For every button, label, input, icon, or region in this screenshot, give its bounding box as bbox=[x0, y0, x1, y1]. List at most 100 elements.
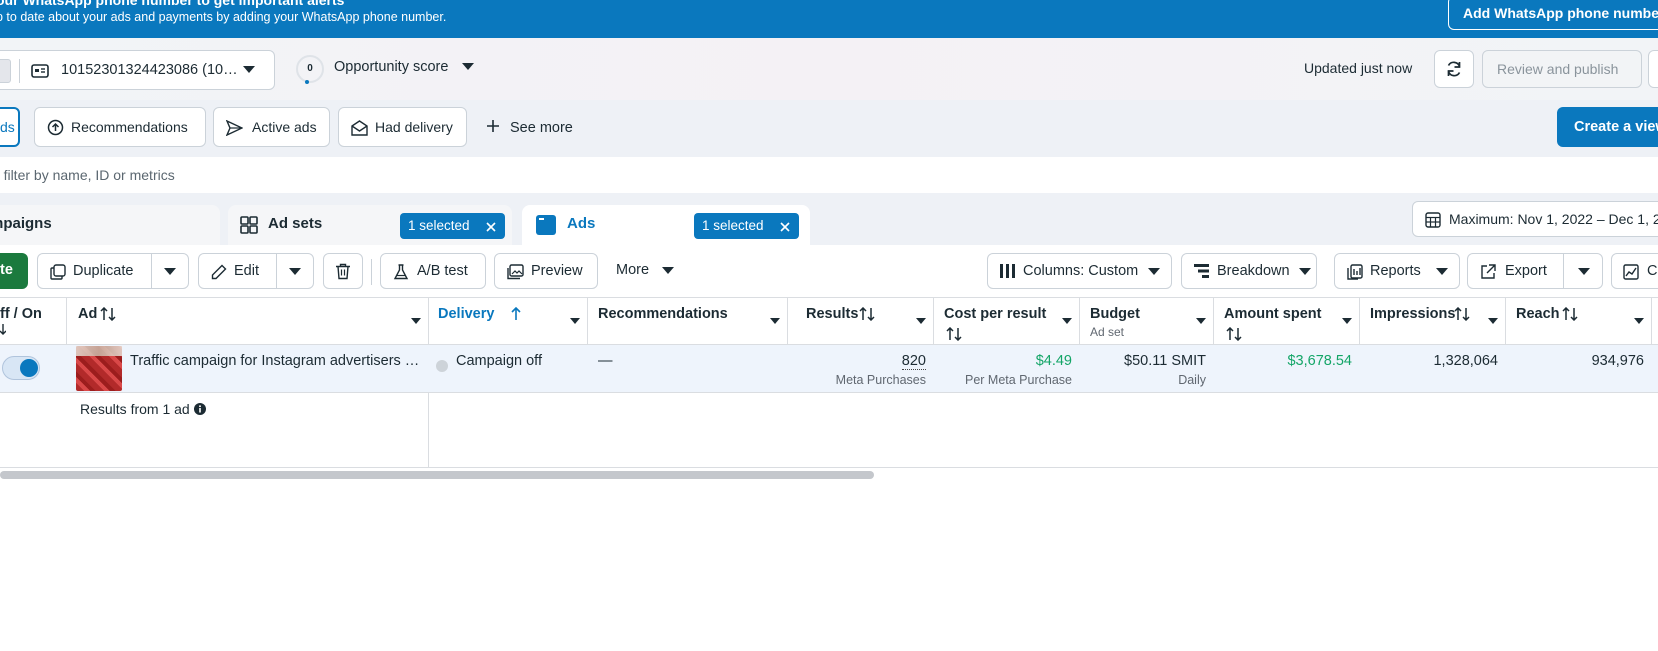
chip-label: Had delivery bbox=[375, 119, 453, 135]
overflow-button[interactable] bbox=[1648, 50, 1658, 88]
preview-button[interactable]: Preview bbox=[494, 253, 598, 289]
chevron-down-icon[interactable] bbox=[289, 268, 301, 276]
chevron-down-icon[interactable] bbox=[1196, 318, 1206, 325]
reports-button[interactable]: Reports bbox=[1334, 253, 1460, 289]
cost-per-result-cell: $4.49 Per Meta Purchase bbox=[934, 345, 1072, 392]
delete-button[interactable] bbox=[323, 253, 363, 289]
chip-label: ds bbox=[0, 119, 15, 135]
sort-ascending-icon bbox=[511, 307, 521, 321]
breakdown-button[interactable]: Breakdown bbox=[1181, 253, 1317, 289]
tab-ads[interactable]: Ads 1 selected bbox=[522, 205, 810, 245]
column-header-reach[interactable]: Reach bbox=[1506, 298, 1652, 345]
tab-campaigns[interactable]: mpaigns bbox=[0, 205, 220, 245]
sort-icon bbox=[100, 307, 116, 321]
close-icon[interactable] bbox=[780, 222, 790, 232]
chip-active-ads[interactable]: Active ads bbox=[213, 107, 330, 147]
chevron-down-icon[interactable] bbox=[411, 318, 421, 325]
info-icon[interactable] bbox=[194, 403, 206, 415]
column-header-delivery[interactable]: Delivery bbox=[429, 298, 588, 345]
chevron-down-icon[interactable] bbox=[1342, 318, 1352, 325]
date-range-picker[interactable]: Maximum: Nov 1, 2022 – Dec 1, 2022 bbox=[1412, 201, 1658, 237]
export-label: Export bbox=[1505, 263, 1547, 279]
cost-per-result-type: Per Meta Purchase bbox=[965, 373, 1072, 387]
export-button[interactable]: Export bbox=[1467, 253, 1603, 289]
create-view-button[interactable]: Create a view bbox=[1557, 107, 1658, 147]
delivery-cell: Campaign off bbox=[456, 345, 576, 392]
chevron-down-icon[interactable] bbox=[164, 268, 176, 276]
chevron-down-icon[interactable] bbox=[1488, 318, 1498, 325]
chevron-down-icon[interactable] bbox=[1578, 268, 1590, 276]
more-menu-button[interactable]: More bbox=[616, 262, 674, 278]
divider bbox=[151, 254, 152, 288]
ad-thumbnail[interactable] bbox=[76, 346, 122, 391]
ad-on-off-toggle[interactable] bbox=[2, 356, 40, 380]
ads-selection-badge[interactable]: 1 selected bbox=[694, 213, 799, 239]
image-preview-icon bbox=[507, 264, 524, 280]
duplicate-icon bbox=[50, 264, 66, 280]
ab-test-label: A/B test bbox=[417, 263, 468, 279]
ad-name-cell[interactable]: Traffic campaign for Instagram advertise… bbox=[130, 345, 420, 392]
horizontal-scrollbar[interactable] bbox=[0, 471, 874, 479]
opportunity-score-label: Opportunity score bbox=[334, 59, 449, 75]
column-header-amount-spent[interactable]: Amount spent bbox=[1214, 298, 1360, 345]
header-label: Recommendations bbox=[598, 306, 728, 322]
edit-button[interactable]: Edit bbox=[198, 253, 314, 289]
columns-label: Columns: Custom bbox=[1023, 263, 1139, 279]
close-icon[interactable] bbox=[486, 222, 496, 232]
chip-had-delivery[interactable]: Had delivery bbox=[338, 107, 467, 147]
column-header-recommendations[interactable]: Recommendations bbox=[588, 298, 788, 345]
add-whatsapp-button[interactable]: Add WhatsApp phone number bbox=[1448, 0, 1658, 30]
breakdown-icon bbox=[1194, 264, 1210, 278]
ad-name[interactable]: Traffic campaign for Instagram advertise… bbox=[130, 353, 419, 369]
chevron-down-icon[interactable] bbox=[570, 318, 580, 325]
column-header-ad[interactable]: Ad bbox=[67, 298, 429, 345]
top-bar: 10152301324423086 (10… 0 Opportunity sco… bbox=[0, 38, 1658, 100]
chevron-down-icon[interactable] bbox=[1062, 318, 1072, 325]
column-header-budget[interactable]: Budget Ad set bbox=[1080, 298, 1214, 345]
chevron-down-icon bbox=[462, 63, 474, 71]
envelope-icon bbox=[351, 120, 368, 136]
pencil-icon bbox=[211, 264, 227, 280]
column-header-cost-per-result[interactable]: Cost per result bbox=[934, 298, 1080, 345]
header-label: Results bbox=[806, 306, 859, 322]
chevron-down-icon[interactable] bbox=[770, 318, 780, 325]
reach-value: 934,976 bbox=[1591, 353, 1644, 369]
account-selector[interactable]: 10152301324423086 (10… bbox=[0, 50, 275, 90]
delivery-status-dot bbox=[436, 360, 448, 372]
ab-test-button[interactable]: A/B test bbox=[380, 253, 486, 289]
create-button[interactable]: te bbox=[0, 253, 28, 289]
chip-label: Active ads bbox=[252, 119, 317, 135]
review-publish-button[interactable]: Review and publish bbox=[1482, 50, 1642, 88]
banner-title: our WhatsApp phone number to get importa… bbox=[0, 0, 345, 8]
table-row[interactable]: Traffic campaign for Instagram advertise… bbox=[0, 345, 1658, 393]
divider bbox=[276, 254, 277, 288]
selection-count: 1 selected bbox=[702, 218, 764, 233]
grid-icon bbox=[240, 216, 258, 234]
duplicate-button[interactable]: Duplicate bbox=[37, 253, 189, 289]
chevron-down-icon[interactable] bbox=[1634, 318, 1644, 325]
ad-sets-selection-badge[interactable]: 1 selected bbox=[400, 213, 505, 239]
column-header-off-on[interactable]: ff / On bbox=[0, 298, 67, 345]
chip-ads[interactable]: ds bbox=[0, 107, 20, 147]
columns-button[interactable]: Columns: Custom bbox=[987, 253, 1172, 289]
chevron-down-icon[interactable] bbox=[916, 318, 926, 325]
trash-icon bbox=[335, 263, 351, 280]
tab-ad-sets[interactable]: Ad sets 1 selected bbox=[228, 205, 512, 245]
account-avatar bbox=[0, 59, 11, 83]
table-toolbar: te Duplicate Edit A/B test Preview More … bbox=[0, 245, 1658, 297]
whatsapp-alert-banner: our WhatsApp phone number to get importa… bbox=[0, 0, 1658, 38]
selection-count: 1 selected bbox=[408, 218, 470, 233]
search-input[interactable] bbox=[0, 163, 1588, 187]
sort-icon bbox=[1226, 327, 1242, 341]
budget-cell: $50.11 SMIT Daily bbox=[1080, 345, 1206, 392]
compare-label: Co bbox=[1647, 263, 1658, 279]
column-header-impressions[interactable]: Impressions bbox=[1360, 298, 1506, 345]
column-header-results[interactable]: Results bbox=[788, 298, 934, 345]
refresh-button[interactable] bbox=[1434, 50, 1474, 88]
compare-button[interactable]: Co bbox=[1611, 253, 1658, 289]
see-more-label: See more bbox=[510, 120, 573, 136]
results-summary: Results from 1 ad bbox=[80, 401, 190, 417]
results-value[interactable]: 820 bbox=[901, 353, 926, 370]
chip-recommendations[interactable]: Recommendations bbox=[34, 107, 206, 147]
send-icon bbox=[226, 120, 243, 136]
